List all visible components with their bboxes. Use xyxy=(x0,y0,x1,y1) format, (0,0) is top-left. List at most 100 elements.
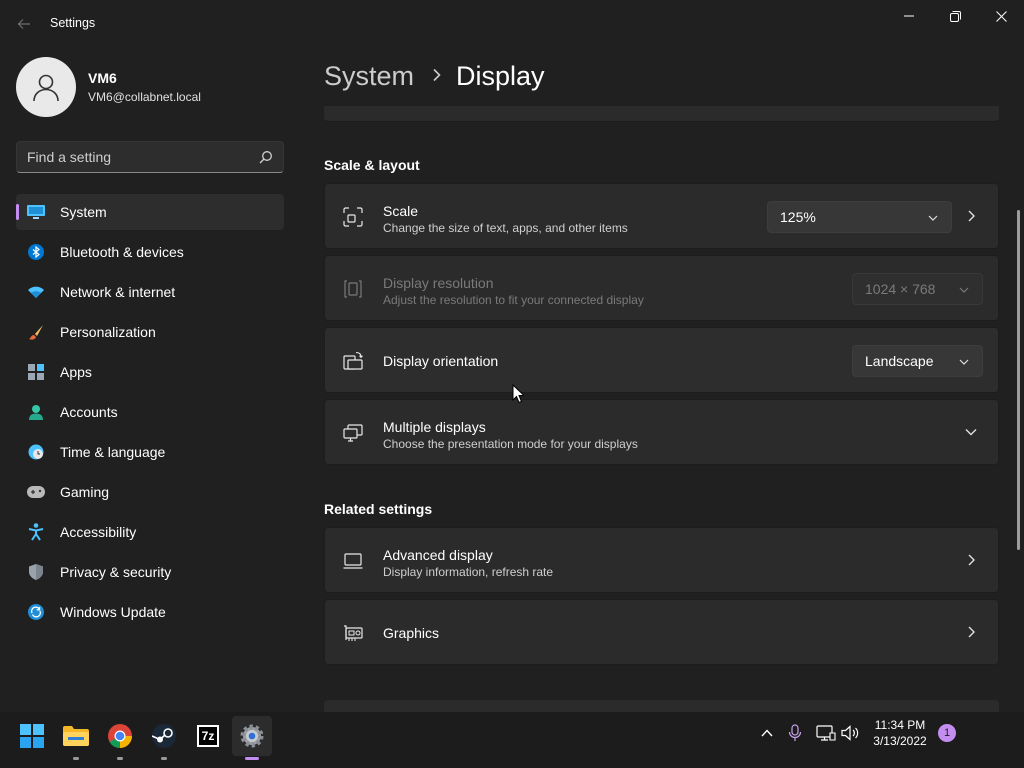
accessibility-icon xyxy=(27,523,45,541)
notification-badge[interactable]: 1 xyxy=(938,724,956,742)
speaker-icon xyxy=(841,725,859,741)
multiple-displays-subtitle: Choose the presentation mode for your di… xyxy=(383,437,638,451)
breadcrumb-parent[interactable]: System xyxy=(324,61,414,92)
resolution-icon xyxy=(344,280,362,298)
scale-title: Scale xyxy=(383,203,419,219)
sidebar-item-system[interactable]: System xyxy=(16,194,284,230)
breadcrumb-separator-icon xyxy=(432,66,442,87)
advanced-display-title: Advanced display xyxy=(383,547,493,563)
sidebar-item-label: Windows Update xyxy=(60,604,166,620)
sidebar-item-windows-update[interactable]: Windows Update xyxy=(16,594,284,630)
sidebar-item-label: Accessibility xyxy=(60,524,137,540)
scale-icon xyxy=(343,207,363,227)
resolution-title: Display resolution xyxy=(383,275,494,291)
multiple-displays-card[interactable]: Multiple displays Choose the presentatio… xyxy=(324,399,999,465)
taskbar-7zip[interactable]: 7z xyxy=(188,716,228,756)
section-heading-related-settings: Related settings xyxy=(324,501,433,517)
orientation-title: Display orientation xyxy=(383,353,499,369)
taskbar-settings[interactable] xyxy=(232,716,272,760)
breadcrumb: System Display xyxy=(324,58,545,94)
scale-dropdown[interactable]: 125% xyxy=(767,201,952,233)
sidebar-item-label: Network & internet xyxy=(60,284,176,300)
chrome-icon xyxy=(108,724,132,748)
title-bar: Settings xyxy=(0,0,1024,48)
advanced-display-card[interactable]: Advanced display Display information, re… xyxy=(324,527,999,593)
mouse-cursor-icon xyxy=(512,384,524,404)
scale-card[interactable]: Scale Change the size of text, apps, and… xyxy=(324,183,999,249)
profile-name: VM6 xyxy=(88,70,117,86)
microphone-tray[interactable] xyxy=(784,722,806,744)
graphics-card[interactable]: Graphics xyxy=(324,599,999,665)
taskbar-file-explorer[interactable] xyxy=(56,716,96,760)
bluetooth-icon xyxy=(27,243,45,261)
scale-value: 125% xyxy=(780,209,816,225)
restore-button[interactable] xyxy=(932,0,978,32)
next-card-partial xyxy=(324,700,999,712)
close-button[interactable] xyxy=(978,0,1024,32)
wifi-icon xyxy=(27,283,45,301)
chevron-right-icon xyxy=(968,210,975,222)
search-box[interactable] xyxy=(16,141,284,173)
display-orientation-card[interactable]: Display orientation Landscape xyxy=(324,327,999,393)
search-icon[interactable] xyxy=(259,150,273,164)
minimize-button[interactable] xyxy=(886,0,932,32)
start-button[interactable] xyxy=(12,716,52,756)
sidebar-item-label: Accounts xyxy=(60,404,118,420)
display-resolution-card: Display resolution Adjust the resolution… xyxy=(324,255,999,321)
sidebar-item-time-language[interactable]: Time & language xyxy=(16,434,284,470)
sidebar-item-apps[interactable]: Apps xyxy=(16,354,284,390)
page-title: Display xyxy=(456,60,545,91)
minimize-icon xyxy=(904,15,914,17)
account-icon xyxy=(27,403,45,421)
scrollbar-thumb[interactable] xyxy=(1017,210,1020,550)
start-icon xyxy=(20,724,44,748)
file-explorer-icon xyxy=(63,726,89,746)
sidebar-item-network[interactable]: Network & internet xyxy=(16,274,284,310)
avatar xyxy=(16,57,76,117)
running-indicator xyxy=(161,757,167,760)
taskbar-chrome[interactable] xyxy=(100,716,140,760)
network-monitor-icon xyxy=(816,725,836,741)
gamepad-icon xyxy=(27,483,45,501)
chevron-down-icon xyxy=(959,287,969,293)
sidebar-item-privacy-security[interactable]: Privacy & security xyxy=(16,554,284,590)
update-icon xyxy=(27,603,45,621)
scale-subtitle: Change the size of text, apps, and other… xyxy=(383,221,628,235)
multiple-displays-title: Multiple displays xyxy=(383,419,486,435)
sidebar-item-label: Time & language xyxy=(60,444,166,460)
show-hidden-icons-button[interactable] xyxy=(756,722,778,744)
advanced-display-subtitle: Display information, refresh rate xyxy=(383,565,554,579)
volume-tray[interactable] xyxy=(840,722,862,744)
graphics-title: Graphics xyxy=(383,625,440,641)
sidebar-item-personalization[interactable]: Personalization xyxy=(16,314,284,350)
graphics-card-icon xyxy=(344,625,363,641)
restore-icon xyxy=(949,10,961,22)
back-button[interactable] xyxy=(12,12,36,36)
settings-icon xyxy=(240,724,264,748)
sidebar-item-label: Apps xyxy=(60,364,92,380)
sidebar-item-label: Privacy & security xyxy=(60,564,172,580)
sidebar-item-gaming[interactable]: Gaming xyxy=(16,474,284,510)
user-profile[interactable]: VM6 VM6@collabnet.local xyxy=(16,57,201,117)
sidebar-item-label: Gaming xyxy=(60,484,110,500)
steam-icon xyxy=(152,724,176,748)
orientation-dropdown[interactable]: Landscape xyxy=(852,345,983,377)
sidebar-item-label: System xyxy=(60,204,107,220)
taskbar-steam[interactable] xyxy=(144,716,184,760)
sidebar-item-accounts[interactable]: Accounts xyxy=(16,394,284,430)
sidebar-item-accessibility[interactable]: Accessibility xyxy=(16,514,284,550)
section-heading-scale-layout: Scale & layout xyxy=(324,157,420,173)
back-arrow-icon xyxy=(17,19,30,29)
system-icon xyxy=(27,203,45,221)
search-input[interactable] xyxy=(27,142,247,172)
orientation-value: Landscape xyxy=(865,353,934,369)
clock[interactable]: 11:34 PM 3/13/2022 xyxy=(862,717,938,749)
apps-icon xyxy=(27,363,45,381)
running-indicator xyxy=(117,757,123,760)
network-tray[interactable] xyxy=(815,722,837,744)
sidebar-item-bluetooth[interactable]: Bluetooth & devices xyxy=(16,234,284,270)
brightness-card-partial xyxy=(324,106,999,122)
resolution-value: 1024 × 768 xyxy=(865,281,936,297)
chevron-down-icon[interactable] xyxy=(964,425,978,439)
sidebar-item-label: Personalization xyxy=(60,324,156,340)
